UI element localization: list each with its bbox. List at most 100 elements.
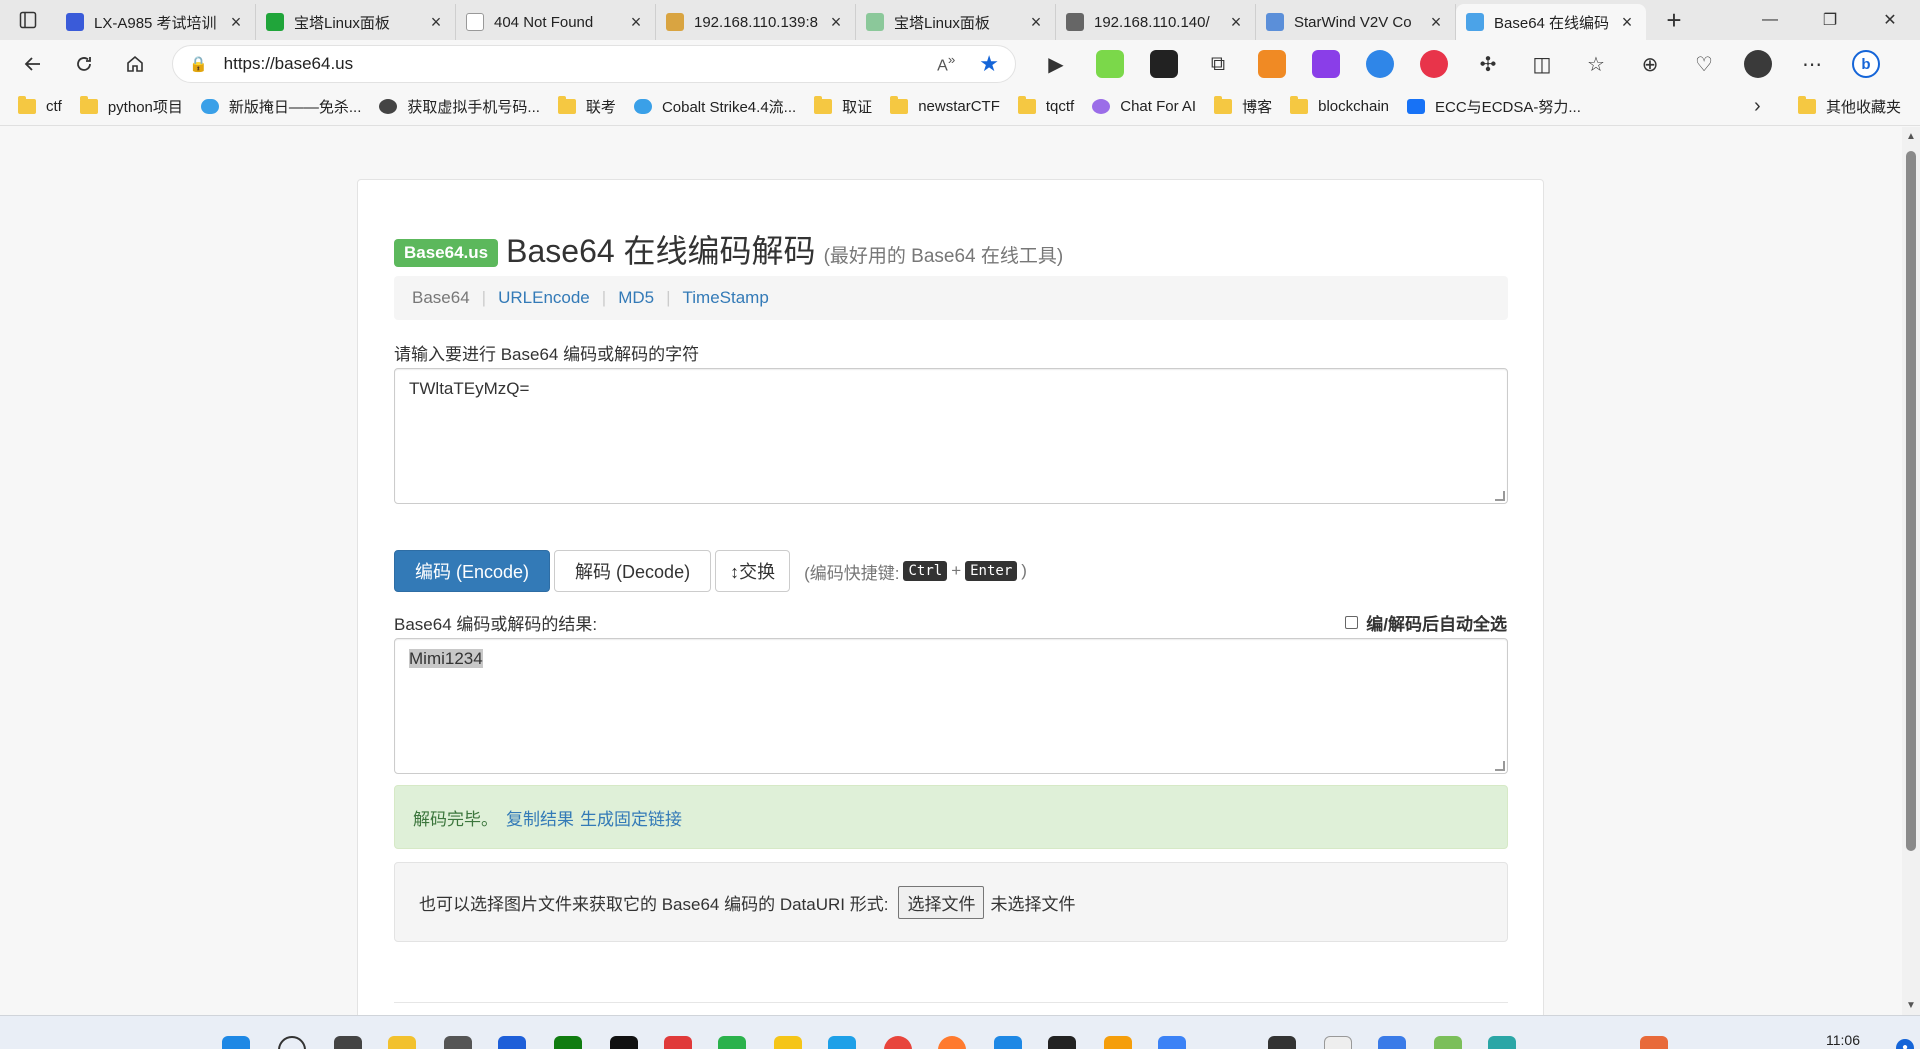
- browser-tab[interactable]: 宝塔Linux面板 ×: [256, 4, 456, 40]
- auto-select-checkbox[interactable]: [1345, 616, 1359, 629]
- home-button[interactable]: [115, 44, 154, 84]
- search-icon[interactable]: [278, 1036, 306, 1049]
- notification-icon[interactable]: ●: [1896, 1039, 1914, 1049]
- copy-result-link[interactable]: 复制结果: [506, 805, 574, 830]
- collections-add-icon[interactable]: ⊕: [1636, 50, 1664, 78]
- split-screen-icon[interactable]: ◫: [1528, 50, 1556, 78]
- decode-button[interactable]: 解码 (Decode): [554, 550, 712, 592]
- avatar[interactable]: [1743, 50, 1772, 78]
- browser-tab[interactable]: LX-A985 考试培训 ×: [56, 4, 256, 40]
- wechat-icon[interactable]: [718, 1036, 746, 1049]
- tab-close-icon[interactable]: ×: [627, 12, 645, 33]
- scroll-up-icon[interactable]: ▲: [1906, 131, 1916, 142]
- taskbar-clock[interactable]: 11:06: [1826, 1032, 1860, 1048]
- app-icon[interactable]: [1640, 1036, 1668, 1049]
- extension-icon[interactable]: [1365, 50, 1394, 78]
- nav-urlencode[interactable]: URLEncode: [498, 288, 590, 308]
- address-bar[interactable]: 🔒 https://base64.us A» ★: [171, 45, 1016, 83]
- task-view-icon[interactable]: [334, 1036, 362, 1049]
- metamask-icon[interactable]: [1257, 50, 1286, 78]
- bookmark-item[interactable]: newstarCTF: [890, 96, 1000, 115]
- bookmark-item[interactable]: ECC与ECDSA-努力...: [1407, 96, 1581, 117]
- read-aloud-icon[interactable]: A»: [937, 52, 955, 75]
- brand-badge[interactable]: Base64.us: [394, 239, 499, 267]
- puzzle-icon[interactable]: ✣: [1474, 50, 1502, 78]
- start-icon[interactable]: [222, 1036, 250, 1049]
- scroll-down-icon[interactable]: ▼: [1906, 1000, 1916, 1011]
- restore-icon[interactable]: ❐: [1800, 0, 1860, 40]
- health-icon[interactable]: ♡: [1690, 50, 1718, 78]
- more-menu-icon[interactable]: ⋯: [1798, 50, 1826, 78]
- bookmark-item[interactable]: 获取虚拟手机号码...: [379, 96, 540, 117]
- tab-actions-button[interactable]: [0, 0, 56, 40]
- minimize-icon[interactable]: —: [1740, 0, 1800, 40]
- new-tab-button[interactable]: +: [1654, 5, 1694, 36]
- tab-close-icon[interactable]: ×: [827, 12, 845, 33]
- extension-icon[interactable]: [1149, 50, 1178, 78]
- app-icon[interactable]: [444, 1036, 472, 1049]
- collections-icon[interactable]: ⧉: [1204, 50, 1232, 78]
- nav-md5[interactable]: MD5: [618, 288, 654, 308]
- bookmark-item[interactable]: 取证: [814, 96, 872, 117]
- refresh-button[interactable]: [65, 44, 104, 84]
- qq-icon[interactable]: [610, 1036, 638, 1049]
- swap-button[interactable]: ↕交换: [715, 550, 791, 592]
- encode-button[interactable]: 编码 (Encode): [394, 550, 551, 592]
- scrollbar-thumb[interactable]: [1906, 151, 1916, 851]
- bookmark-item[interactable]: blockchain: [1290, 96, 1389, 115]
- app-icon[interactable]: [1104, 1036, 1132, 1049]
- tab-close-icon[interactable]: ×: [1227, 12, 1245, 33]
- page-scrollbar[interactable]: ▲ ▼: [1902, 127, 1920, 1015]
- tab-close-icon[interactable]: ×: [1027, 12, 1045, 33]
- bookmark-item[interactable]: 新版掩日——免杀...: [200, 96, 361, 117]
- bookmark-item[interactable]: tqctf: [1017, 96, 1074, 115]
- bookmark-item[interactable]: python项目: [79, 96, 183, 117]
- browser-tab[interactable]: 404 Not Found ×: [456, 4, 656, 40]
- app-icon[interactable]: [498, 1036, 526, 1049]
- resize-handle-icon[interactable]: [1495, 761, 1505, 771]
- extension-icon[interactable]: [1419, 50, 1448, 78]
- netease-music-icon[interactable]: [664, 1036, 692, 1049]
- firefox-icon[interactable]: [938, 1036, 966, 1049]
- app-icon[interactable]: [1048, 1036, 1076, 1049]
- bookmark-item[interactable]: 联考: [557, 96, 616, 117]
- typora-icon[interactable]: [1324, 1036, 1352, 1049]
- favorite-star-icon[interactable]: ★: [979, 51, 999, 77]
- result-textarea[interactable]: Mimi1234: [394, 638, 1508, 774]
- browser-tab[interactable]: StarWind V2V Co ×: [1256, 4, 1456, 40]
- app-icon[interactable]: [1378, 1036, 1406, 1049]
- tab-close-icon[interactable]: ×: [1618, 12, 1636, 33]
- bookmark-item[interactable]: Chat For AI: [1092, 98, 1196, 115]
- copilot-icon[interactable]: b: [1851, 50, 1880, 78]
- terminal-icon[interactable]: [1268, 1036, 1296, 1049]
- app-icon[interactable]: [1158, 1036, 1186, 1049]
- bookmark-item[interactable]: Cobalt Strike4.4流...: [633, 96, 796, 117]
- extension-icon[interactable]: [1311, 50, 1340, 78]
- auto-select-option[interactable]: 编/解码后自动全选: [1345, 610, 1507, 635]
- play-icon[interactable]: ▶: [1042, 50, 1070, 78]
- bookmark-item[interactable]: 博客: [1214, 96, 1272, 117]
- browser-tab-active[interactable]: Base64 在线编码 ×: [1456, 4, 1646, 40]
- xbox-icon[interactable]: [554, 1036, 582, 1049]
- input-textarea[interactable]: TWltaTEyMzQ=: [394, 368, 1508, 504]
- other-bookmarks[interactable]: 其他收藏夹: [1798, 96, 1901, 117]
- browser-tab[interactable]: 192.168.110.139:8 ×: [656, 4, 856, 40]
- close-window-icon[interactable]: ✕: [1860, 0, 1920, 40]
- resize-handle-icon[interactable]: [1495, 491, 1505, 501]
- app-icon[interactable]: [774, 1036, 802, 1049]
- app-icon[interactable]: [1488, 1036, 1516, 1049]
- browser-tab[interactable]: 192.168.110.140/ ×: [1056, 4, 1256, 40]
- lock-icon[interactable]: 🔒: [189, 55, 208, 73]
- tab-close-icon[interactable]: ×: [427, 12, 445, 33]
- tab-close-icon[interactable]: ×: [1427, 12, 1445, 33]
- permalink-link[interactable]: 生成固定链接: [580, 805, 682, 830]
- bookmark-item[interactable]: ctf: [18, 96, 62, 115]
- tab-close-icon[interactable]: ×: [227, 12, 245, 33]
- chevron-right-icon[interactable]: ›: [1754, 95, 1761, 118]
- url-text[interactable]: https://base64.us: [224, 54, 938, 74]
- app-icon[interactable]: [1434, 1036, 1462, 1049]
- file-explorer-icon[interactable]: [388, 1036, 416, 1049]
- chrome-icon[interactable]: [884, 1036, 912, 1049]
- edge-icon[interactable]: [828, 1036, 856, 1049]
- nav-base64[interactable]: Base64: [412, 288, 470, 308]
